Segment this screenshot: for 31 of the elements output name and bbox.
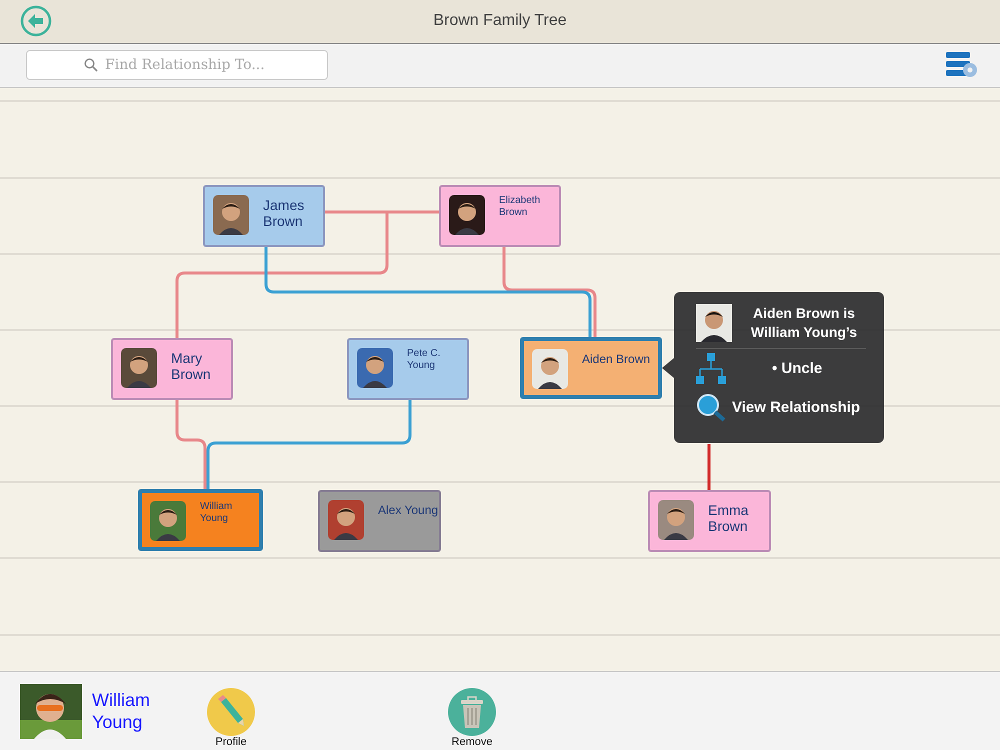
person-card[interactable]: Mary Brown xyxy=(111,338,233,400)
window-title: Brown Family Tree xyxy=(433,12,567,30)
hierarchy-icon xyxy=(696,352,726,385)
search-icon xyxy=(696,392,726,423)
person-card[interactable]: Aiden Brown xyxy=(520,336,662,399)
pencil-icon xyxy=(207,688,255,736)
person-name: Mary Brown xyxy=(171,350,212,382)
person-name: James Brown xyxy=(263,196,306,229)
search-field[interactable]: Find Relationship To... xyxy=(26,50,328,80)
view-relationship-button[interactable]: View Relationship xyxy=(696,388,866,423)
settings-button[interactable] xyxy=(946,51,980,80)
person-name: William Young xyxy=(92,689,151,734)
profile-button[interactable]: Profile xyxy=(207,688,255,748)
remove-button[interactable]: Remove xyxy=(448,688,496,748)
person-name: Aiden Brown xyxy=(582,350,652,367)
relationship-label: • Uncle xyxy=(771,360,822,378)
person-card[interactable]: Elizabeth Brown xyxy=(439,184,561,247)
connector-line xyxy=(708,444,710,490)
relationship-title: Aiden Brown is William Young’s xyxy=(750,304,858,342)
person-card[interactable]: Emma Brown xyxy=(648,490,771,552)
person-card[interactable]: Alex Young xyxy=(318,490,441,552)
person-card[interactable]: Pete C. Young xyxy=(347,338,469,400)
person-card[interactable]: James Brown xyxy=(203,184,325,247)
trash-icon xyxy=(448,688,496,736)
person-name: Emma Brown xyxy=(708,502,750,534)
search-icon xyxy=(84,58,98,72)
person-name: Pete C. Young xyxy=(407,348,442,372)
person-card[interactable]: William Young xyxy=(138,488,263,551)
person-name: William Young xyxy=(200,500,234,525)
person-name: Alex Young xyxy=(378,502,439,518)
person-name: Elizabeth Brown xyxy=(499,194,542,219)
